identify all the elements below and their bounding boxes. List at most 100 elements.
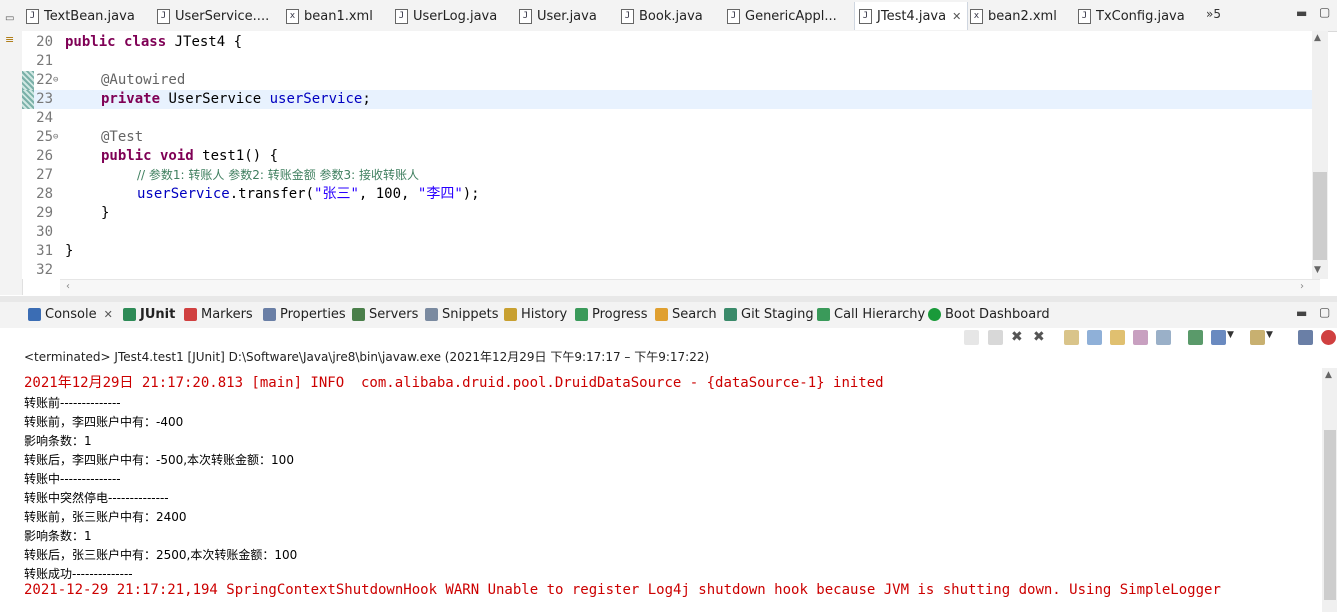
scroll-left-icon[interactable]: ‹ (66, 281, 70, 292)
console-output[interactable]: 2021年12月29日 21:17:20.813 [main] INFO com… (0, 368, 1322, 612)
console-line: 转账成功-------------- (24, 567, 133, 581)
java-file-icon: J (157, 8, 170, 24)
tab-label: Boot Dashboard (945, 307, 1050, 322)
maximize-icon[interactable]: ▢ (1319, 5, 1330, 19)
scroll-lock-icon[interactable] (1087, 330, 1102, 345)
scroll-up-icon[interactable]: ▲ (1314, 33, 1321, 43)
code-token: .transfer( (229, 186, 315, 202)
tab-label: GenericAppl... (745, 8, 837, 24)
view-menu-icon[interactable] (1298, 330, 1313, 345)
tab-userservice[interactable]: J UserService.... (157, 4, 269, 28)
relaunch-icon[interactable] (964, 330, 979, 345)
xml-file-icon: x (286, 8, 299, 24)
code-line: 28 userService.transfer("张三", 100, "李四"); (22, 185, 1312, 204)
code-token: ; (362, 91, 371, 107)
code-line: 24 (22, 109, 1312, 128)
markers-icon (184, 308, 197, 321)
tab-search[interactable]: Search (655, 307, 717, 322)
code-token: UserService (160, 91, 270, 107)
remove-launch-icon[interactable]: ✖ (1011, 330, 1026, 345)
tab-label: TxConfig.java (1096, 8, 1185, 24)
tab-servers[interactable]: Servers (352, 307, 418, 322)
tab-label: Markers (201, 307, 253, 322)
code-token: "张三" (314, 186, 359, 202)
tab-user[interactable]: J User.java (519, 4, 597, 28)
tab-userlog[interactable]: J UserLog.java (395, 4, 497, 28)
line-number: 32 (36, 262, 53, 278)
console-line: 影响条数：1 (24, 434, 92, 448)
eclipse-marketplace-icon[interactable] (1321, 330, 1336, 345)
tab-label: Properties (280, 307, 346, 322)
code-token: public void (101, 148, 194, 164)
terminate-icon[interactable] (988, 330, 1003, 345)
chevron-down-icon[interactable]: ▼ (1266, 330, 1281, 345)
search-icon (655, 308, 668, 321)
tab-label: User.java (537, 8, 597, 24)
code-token: @Autowired (101, 72, 186, 88)
code-token: ); (462, 186, 480, 202)
pin-console-icon[interactable] (1188, 330, 1203, 345)
console-line: 2021年12月29日 21:17:20.813 [main] INFO com… (24, 375, 884, 391)
tab-markers[interactable]: Markers (184, 307, 253, 322)
word-wrap-icon[interactable] (1110, 330, 1125, 345)
code-token: public class (65, 34, 167, 50)
outline-icon[interactable]: ≡ (5, 33, 14, 46)
show-on-output-icon[interactable] (1133, 330, 1148, 345)
fold-icon[interactable]: ⊖ (53, 128, 58, 147)
open-console-icon[interactable] (1250, 330, 1265, 345)
tab-call-hierarchy[interactable]: Call Hierarchy (817, 307, 925, 322)
remove-all-icon[interactable]: ✖ (1033, 330, 1048, 345)
tab-bean2-xml[interactable]: x bean2.xml (970, 4, 1057, 28)
scroll-down-icon[interactable]: ▼ (1314, 265, 1321, 275)
close-icon[interactable]: ✕ (952, 10, 961, 23)
tab-overflow-button[interactable]: »5 (1206, 7, 1221, 21)
close-icon[interactable]: ✕ (104, 308, 113, 321)
code-editor[interactable]: 20 public class JTest4 { 21 22 ⊖ @Autowired… (22, 31, 1312, 279)
console-line: 转账前，张三账户中有：2400 (24, 510, 187, 524)
tab-snippets[interactable]: Snippets (425, 307, 498, 322)
minimize-icon[interactable]: ▬ (1296, 306, 1307, 320)
console-scroll-thumb[interactable] (1324, 430, 1336, 600)
editor-scroll-thumb[interactable] (1313, 172, 1327, 260)
tab-book[interactable]: J Book.java (621, 4, 703, 28)
console-line: 影响条数：1 (24, 529, 92, 543)
tab-history[interactable]: History (504, 307, 567, 322)
code-line: 30 (22, 223, 1312, 242)
scroll-right-icon[interactable]: › (1300, 281, 1304, 292)
clear-console-icon[interactable] (1064, 330, 1079, 345)
editor-horizontal-scrollbar[interactable]: ‹ › (60, 279, 1320, 296)
tab-junit[interactable]: JUnit (123, 307, 175, 322)
tab-boot-dashboard[interactable]: Boot Dashboard (928, 307, 1050, 322)
scroll-up-icon[interactable]: ▲ (1325, 370, 1332, 380)
show-on-error-icon[interactable] (1156, 330, 1171, 345)
tab-genericappl[interactable]: J GenericAppl... (727, 4, 837, 28)
tab-properties[interactable]: Properties (263, 307, 346, 322)
view-tab-bar: Console ✕ JUnit Markers Properties Server… (0, 302, 1337, 328)
tab-git-staging[interactable]: Git Staging (724, 307, 814, 322)
display-console-icon[interactable] (1211, 330, 1226, 345)
java-file-icon: J (395, 8, 408, 24)
tab-bean1-xml[interactable]: x bean1.xml (286, 4, 373, 28)
code-token: @Test (101, 129, 144, 145)
servers-icon (352, 308, 365, 321)
minimize-icon[interactable]: ▬ (1296, 6, 1307, 20)
history-icon (504, 308, 517, 321)
console-toolbar: ✖ ✖ ▼ ▼ (960, 328, 1337, 348)
console-status-line: <terminated> JTest4.test1 [JUnit] D:\Sof… (24, 350, 710, 364)
tab-jtest4[interactable]: J JTest4.java ✕ (854, 2, 969, 30)
tab-console[interactable]: Console ✕ (28, 307, 113, 322)
tab-txconfig[interactable]: J TxConfig.java (1078, 4, 1185, 28)
tab-progress[interactable]: Progress (575, 307, 647, 322)
xml-file-icon: x (970, 8, 983, 24)
tab-textbean[interactable]: J TextBean.java (26, 4, 135, 28)
restore-icon[interactable]: ▭ (5, 13, 14, 24)
maximize-icon[interactable]: ▢ (1319, 305, 1330, 319)
code-line: 20 public class JTest4 { (22, 33, 1312, 52)
java-file-icon: J (859, 8, 872, 24)
fold-icon[interactable]: ⊖ (53, 71, 58, 90)
line-number: 20 (36, 34, 53, 50)
line-number: 25 (36, 129, 53, 145)
java-file-icon: J (621, 8, 634, 24)
chevron-down-icon[interactable]: ▼ (1227, 330, 1242, 345)
code-token: JTest4 { (166, 34, 243, 50)
